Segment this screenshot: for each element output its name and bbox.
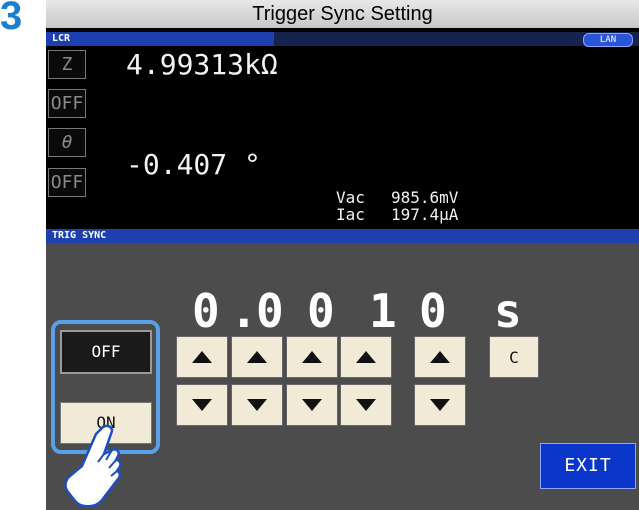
- digit2-up-button[interactable]: [231, 336, 283, 378]
- iac-label: Iac: [336, 205, 365, 224]
- up-arrow-icon: [356, 351, 376, 363]
- exit-button[interactable]: EXIT: [540, 443, 636, 489]
- param1-value: 4.99313kΩ: [126, 48, 278, 81]
- param1-box[interactable]: Z: [48, 50, 86, 79]
- decimal-point: .: [230, 284, 258, 338]
- digit2-down-button[interactable]: [231, 384, 283, 426]
- off-button[interactable]: OFF: [60, 330, 152, 374]
- digit-1: 0: [192, 284, 220, 338]
- digit-4: 1: [369, 284, 397, 338]
- digit1-down-button[interactable]: [176, 384, 228, 426]
- up-arrow-icon: [430, 351, 450, 363]
- down-arrow-icon: [247, 399, 267, 411]
- page-title: Trigger Sync Setting: [46, 0, 639, 29]
- param3-value: -0.407 °: [126, 148, 261, 181]
- clear-label: C: [509, 347, 519, 367]
- digit3-down-button[interactable]: [286, 384, 338, 426]
- digit-3: 0: [307, 284, 335, 338]
- digit4-up-button[interactable]: [340, 336, 392, 378]
- digit-5: 0: [419, 284, 447, 338]
- param2-box[interactable]: OFF: [48, 89, 86, 118]
- pointing-hand-icon: [64, 424, 122, 508]
- vac-value: 985.6mV: [391, 188, 459, 207]
- mode-bar: LCR LAN: [46, 32, 639, 47]
- lan-badge: LAN: [583, 33, 633, 47]
- param3-box[interactable]: θ: [48, 128, 86, 157]
- down-arrow-icon: [430, 399, 450, 411]
- digit5-down-button[interactable]: [414, 384, 466, 426]
- digit4-down-button[interactable]: [340, 384, 392, 426]
- trig-sync-label: TRIG SYNC: [52, 230, 107, 241]
- mode-label: LCR: [52, 33, 71, 44]
- up-arrow-icon: [302, 351, 322, 363]
- trig-sync-bar: TRIG SYNC: [46, 229, 639, 243]
- iac-value: 197.4μA: [391, 205, 459, 224]
- up-arrow-icon: [247, 351, 267, 363]
- down-arrow-icon: [356, 399, 376, 411]
- down-arrow-icon: [192, 399, 212, 411]
- digit5-up-button[interactable]: [414, 336, 466, 378]
- unit-label: s: [494, 284, 522, 338]
- digit1-up-button[interactable]: [176, 336, 228, 378]
- up-arrow-icon: [192, 351, 212, 363]
- step-number: 3: [0, 0, 23, 38]
- digit3-up-button[interactable]: [286, 336, 338, 378]
- vac-label: Vac: [336, 188, 365, 207]
- digit-2: 0: [256, 284, 284, 338]
- down-arrow-icon: [302, 399, 322, 411]
- param4-box[interactable]: OFF: [48, 168, 86, 197]
- clear-button[interactable]: C: [489, 336, 539, 378]
